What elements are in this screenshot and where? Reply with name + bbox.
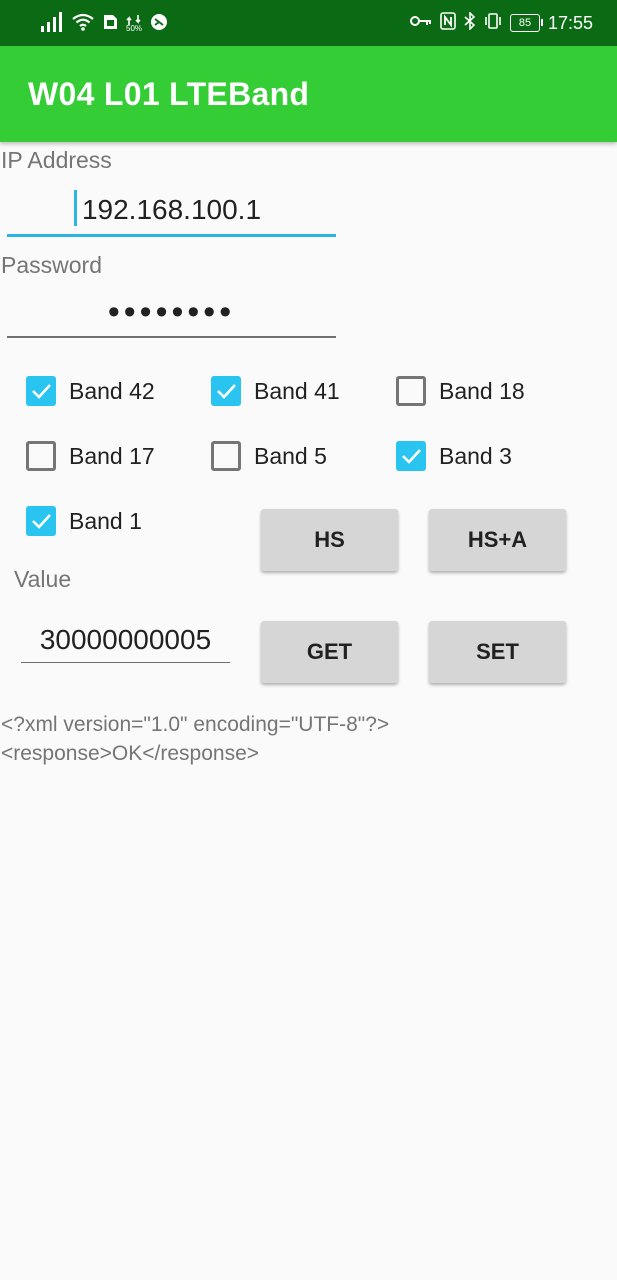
ip-address-input[interactable]: 192.168.100.1 [7,188,336,237]
app-bar: W04 L01 LTEBand [0,46,617,142]
band-17-checkbox[interactable]: Band 17 [26,441,155,471]
key-icon [409,14,432,32]
band-1-label: Band 1 [69,507,142,534]
band-3-label: Band 3 [439,442,512,469]
app-title: W04 L01 LTEBand [28,76,310,112]
band-41-checkbox[interactable]: Band 41 [211,376,340,406]
data-speed-text: 50% [126,24,143,33]
response-text: <?xml version="1.0" encoding="UTF-8"?> <r… [1,710,389,768]
response-line-1: <?xml version="1.0" encoding="UTF-8"?> [1,713,390,736]
band-3-checkbox[interactable]: Band 3 [396,441,512,471]
value-label: Value [14,566,72,592]
status-bar: 50% 85 17:55 [0,0,617,46]
band-18-label: Band 18 [439,377,525,404]
status-right-icons: 85 17:55 [409,10,593,36]
hs-a-button[interactable]: HS+A [429,509,566,571]
checkbox-unchecked-icon [211,441,241,471]
checkbox-checked-icon [396,441,426,471]
clock: 17:55 [547,12,593,33]
band-42-checkbox[interactable]: Band 42 [26,376,155,406]
nfc-icon [440,11,456,35]
password-label: Password [1,252,102,278]
checkbox-checked-icon [211,376,241,406]
vibrate-icon [484,12,502,35]
battery-icon: 85 [509,14,543,32]
checkbox-checked-icon [26,506,56,536]
status-left-icons: 50% [40,11,168,37]
band-42-label: Band 42 [69,377,155,404]
checkbox-checked-icon [26,376,56,406]
band-18-checkbox[interactable]: Band 18 [396,376,525,406]
checkbox-unchecked-icon [26,441,56,471]
band-41-label: Band 41 [254,377,340,404]
password-masked-value: •••••••• [107,293,236,331]
signal-icon [40,11,64,37]
bluetooth-icon [464,10,476,35]
sim-card-icon [102,14,118,35]
response-line-2: <response>OK</response> [1,742,260,765]
sync-icon [150,13,168,36]
password-input[interactable]: •••••••• [7,290,336,338]
band-17-label: Band 17 [69,442,155,469]
ip-address-value: 192.168.100.1 [81,194,262,225]
value-text: 30000000005 [39,624,212,655]
battery-level: 85 [518,17,532,29]
set-button[interactable]: SET [429,621,566,683]
band-1-checkbox[interactable]: Band 1 [26,506,142,536]
band-5-checkbox[interactable]: Band 5 [211,441,327,471]
value-input[interactable]: 30000000005 [21,618,230,663]
wifi-icon [72,13,94,36]
get-button[interactable]: GET [261,621,398,683]
band-5-label: Band 5 [254,442,327,469]
hs-button[interactable]: HS [261,509,398,571]
ip-address-label: IP Address [1,147,112,173]
checkbox-unchecked-icon [396,376,426,406]
data-saver-icon: 50% [126,15,142,33]
